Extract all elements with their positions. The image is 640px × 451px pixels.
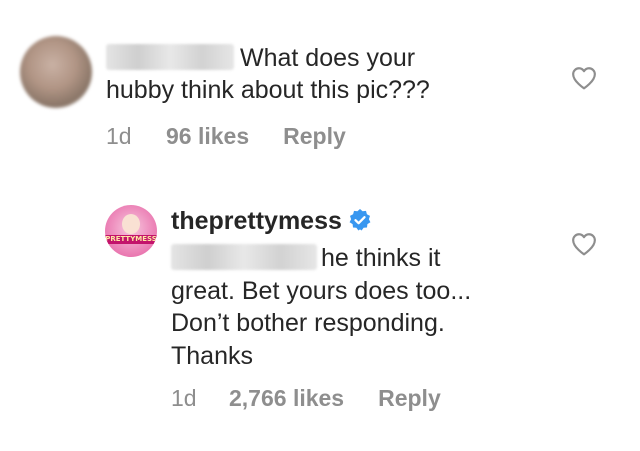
like-count[interactable]: 96 likes bbox=[166, 122, 249, 150]
avatar-logo-text: PRETTYMESS bbox=[105, 235, 157, 244]
username-row: theprettymess bbox=[171, 205, 372, 237]
comment-text-line-2: hubby think about this pic??? bbox=[106, 76, 430, 104]
comment-meta: 1d 96 likes Reply bbox=[106, 122, 346, 150]
like-count[interactable]: 2,766 likes bbox=[229, 384, 344, 412]
heart-icon[interactable] bbox=[571, 232, 597, 256]
blurred-username bbox=[106, 44, 234, 70]
comment-text-line-2: great. Bet yours does too... bbox=[171, 276, 472, 305]
comment-time: 1d bbox=[106, 123, 132, 149]
comment-text-line-3: Don’t bother responding. bbox=[171, 309, 445, 337]
blurred-mention bbox=[171, 244, 317, 270]
comment-meta: 1d 2,766 likes Reply bbox=[171, 384, 441, 412]
commenter-avatar[interactable] bbox=[20, 36, 92, 108]
comment-time: 1d bbox=[171, 385, 197, 411]
verified-badge-icon bbox=[349, 209, 371, 231]
comment-text-line-1: What does your bbox=[240, 44, 416, 72]
comment-text: What does your hubby think about this pi… bbox=[106, 40, 430, 106]
avatar-face bbox=[122, 214, 140, 234]
comment-text: he thinks it great. Bet yours does too..… bbox=[171, 240, 471, 372]
heart-icon[interactable] bbox=[571, 66, 597, 90]
username-link[interactable]: theprettymess bbox=[171, 207, 342, 235]
comment-text-line-1: he thinks it bbox=[321, 244, 441, 272]
comment-text-line-4: Thanks bbox=[171, 341, 253, 370]
reply-button[interactable]: Reply bbox=[378, 384, 441, 412]
reply-button[interactable]: Reply bbox=[283, 122, 346, 150]
avatar[interactable]: PRETTYMESS bbox=[105, 205, 157, 257]
